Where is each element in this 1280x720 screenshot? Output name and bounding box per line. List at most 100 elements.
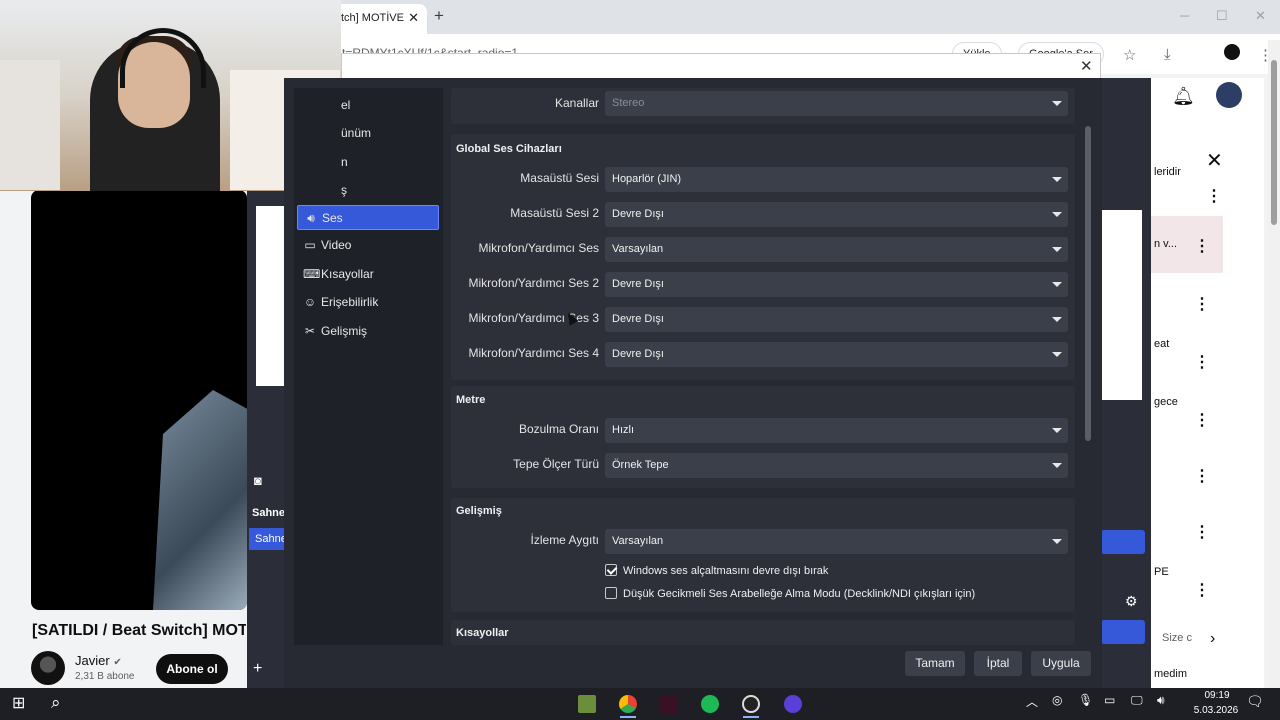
- chevron-down-icon: [1052, 463, 1062, 468]
- monitoring-device-select[interactable]: Varsayılan: [605, 529, 1068, 554]
- advanced-title: Gelişmiş: [456, 505, 502, 517]
- checkbox-checked[interactable]: [605, 564, 617, 576]
- clock-time[interactable]: 09:19: [1195, 690, 1239, 701]
- settings-nav: [294, 88, 443, 645]
- monitor-icon: ▭: [304, 238, 316, 252]
- tray-app-icon[interactable]: ◎: [1052, 693, 1062, 707]
- desktop-audio-2-select[interactable]: Devre Dışı: [605, 202, 1068, 227]
- gear-icon[interactable]: ⚙: [1125, 593, 1138, 610]
- mic-aux-2-label: Mikrofon/Yardımcı Ses 2: [468, 276, 600, 290]
- kebab-icon[interactable]: ⋮: [1194, 236, 1210, 256]
- nav-item-output-partial[interactable]: ş: [341, 183, 347, 197]
- channel-avatar[interactable]: [31, 651, 65, 685]
- user-avatar[interactable]: [1216, 82, 1242, 108]
- hotkeys-group: [451, 620, 1075, 645]
- kebab-icon[interactable]: ⋮: [1194, 352, 1210, 372]
- nav-item-hotkeys[interactable]: ⌨Kısayollar: [297, 262, 439, 287]
- app-icon[interactable]: [784, 695, 802, 713]
- speaker-icon: 🔊︎: [307, 211, 315, 225]
- chevron-down-icon: [1052, 212, 1062, 217]
- dialog-close-icon[interactable]: ✕: [1080, 57, 1093, 75]
- kebab-icon[interactable]: ⋮: [1194, 410, 1210, 430]
- chevron-up-icon[interactable]: ︿: [1026, 693, 1038, 710]
- wrench-icon: ✂: [304, 324, 316, 338]
- chevron-down-icon: [1052, 282, 1062, 287]
- notification-text: eat: [1154, 338, 1170, 350]
- subscribe-button[interactable]: Abone ol: [156, 654, 228, 684]
- network-icon[interactable]: 🖵︎: [1131, 693, 1143, 708]
- chevron-right-icon[interactable]: ›: [1210, 630, 1215, 648]
- nav-item-audio[interactable]: 🔊︎ Ses: [297, 205, 439, 230]
- settings-scrollbar[interactable]: [1085, 126, 1091, 441]
- minimize-icon[interactable]: ─: [1180, 8, 1189, 23]
- kebab-icon[interactable]: ⋮: [1194, 522, 1210, 542]
- hotkeys-title: Kısayollar: [456, 627, 509, 639]
- disable-ducking-checkbox[interactable]: Windows ses alçaltmasını devre dışı bıra…: [605, 564, 828, 577]
- mic-aux-select[interactable]: Varsayılan: [605, 237, 1068, 262]
- checkbox-unchecked[interactable]: [605, 587, 617, 599]
- add-scene-icon[interactable]: +: [253, 660, 262, 678]
- chevron-down-icon: [1052, 177, 1062, 182]
- mic-aux-3-select[interactable]: Devre Dışı: [605, 307, 1068, 332]
- bookmark-star-icon[interactable]: ☆: [1123, 46, 1136, 64]
- mic-aux-3-label: Mikrofon/Yardımcı Ses 3: [468, 311, 600, 325]
- browser-tab-title: tch] MOTİVE: [341, 12, 404, 24]
- fl-studio-icon[interactable]: [660, 695, 678, 713]
- page-scrollbar-thumb[interactable]: [1271, 60, 1277, 225]
- obs-icon[interactable]: [742, 695, 760, 713]
- kebab-icon[interactable]: ⋮: [1194, 294, 1210, 314]
- desktop-audio-select[interactable]: Hoparlör (JIN): [605, 167, 1068, 192]
- global-audio-title: Global Ses Cihazları: [456, 143, 562, 155]
- search-icon[interactable]: ⌕: [51, 693, 61, 713]
- apply-button[interactable]: Uygula: [1031, 651, 1091, 676]
- new-tab-icon[interactable]: +: [434, 6, 444, 26]
- obs-control-button[interactable]: [1101, 620, 1145, 644]
- nav-item-stream-partial[interactable]: n: [341, 155, 348, 169]
- cancel-button[interactable]: İptal: [974, 651, 1022, 676]
- panel-close-icon[interactable]: ✕: [1206, 148, 1223, 173]
- camera-icon[interactable]: ◙: [254, 473, 262, 488]
- clock-date[interactable]: 5.03.2026: [1188, 705, 1244, 716]
- obs-preview-thumb: [256, 206, 284, 386]
- obs-control-button[interactable]: [1101, 530, 1145, 554]
- nav-item-advanced[interactable]: ✂ Gelişmiş: [297, 319, 439, 344]
- video-title: [SATILDI / Beat Switch] MOTİ: [32, 622, 246, 639]
- scene-item[interactable]: Sahne: [249, 528, 285, 550]
- mic-aux-2-select[interactable]: Devre Dışı: [605, 272, 1068, 297]
- kebab-icon[interactable]: ⋮: [1206, 186, 1222, 206]
- minecraft-icon[interactable]: [578, 695, 596, 713]
- peak-meter-type-select[interactable]: Örnek Tepe: [605, 453, 1068, 478]
- nav-item-general-partial[interactable]: el: [341, 98, 350, 112]
- bell-icon[interactable]: 🔔︎: [1172, 86, 1195, 107]
- low-latency-checkbox[interactable]: Düşük Gecikmeli Ses Arabelleğe Alma Modu…: [605, 587, 975, 600]
- chevron-down-icon: [1052, 428, 1062, 433]
- channels-select[interactable]: Stereo: [605, 91, 1068, 116]
- windows-start-icon[interactable]: ⊞: [12, 693, 25, 713]
- channel-name[interactable]: Javier ✔: [75, 653, 122, 668]
- battery-icon[interactable]: ▭: [1104, 693, 1115, 707]
- kebab-icon[interactable]: ⋮: [1194, 466, 1210, 486]
- video-player[interactable]: [31, 190, 247, 610]
- monitoring-device-label: İzleme Aygıtı: [530, 533, 599, 547]
- mic-aux-4-select[interactable]: Devre Dışı: [605, 342, 1068, 367]
- decay-rate-select[interactable]: Hızlı: [605, 418, 1068, 443]
- mic-aux-4-label: Mikrofon/Yardımcı Ses 4: [468, 346, 600, 360]
- ok-button[interactable]: Tamam: [905, 651, 965, 676]
- notification-center-icon[interactable]: 🗨︎: [1246, 693, 1264, 710]
- microphone-icon[interactable]: 🎙︎: [1078, 693, 1093, 707]
- nav-item-appearance-partial[interactable]: ünüm: [341, 126, 371, 140]
- notification-text: PE: [1154, 566, 1169, 578]
- kebab-icon[interactable]: ⋮: [1194, 580, 1210, 600]
- volume-icon[interactable]: 🔊︎: [1157, 693, 1165, 708]
- nav-item-accessibility[interactable]: ☺ Erişebilirlik: [297, 290, 439, 315]
- spotify-icon[interactable]: [701, 695, 719, 713]
- maximize-icon[interactable]: ☐: [1216, 8, 1228, 24]
- chrome-icon[interactable]: [619, 695, 637, 713]
- nav-item-video[interactable]: ▭ Video: [297, 233, 439, 258]
- window-close-icon[interactable]: ✕: [1255, 8, 1266, 24]
- tab-close-icon[interactable]: ✕: [408, 10, 419, 26]
- download-icon[interactable]: ⤓: [1164, 46, 1171, 63]
- browser-tab[interactable]: tch] MOTİVE ✕: [335, 4, 427, 34]
- desktop-audio-2-label: Masaüstü Sesi 2: [510, 206, 599, 220]
- profile-avatar[interactable]: [1224, 44, 1240, 60]
